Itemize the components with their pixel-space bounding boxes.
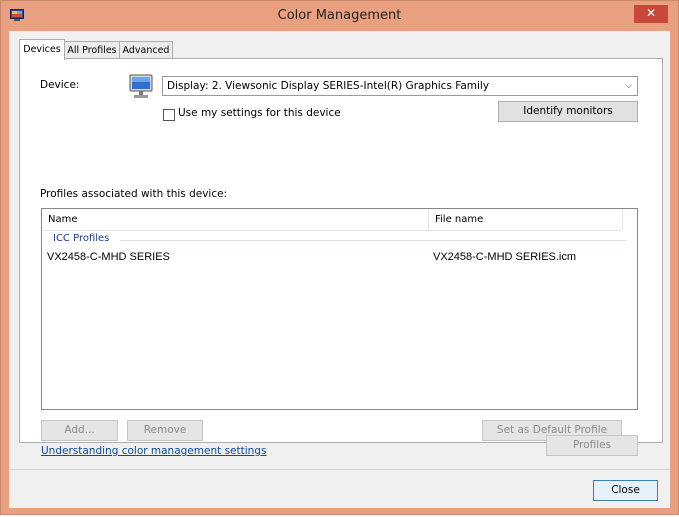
tab-devices[interactable]: Devices xyxy=(19,39,65,60)
chevron-down-icon: ⌵ xyxy=(625,81,632,91)
monitor-icon xyxy=(129,74,153,98)
use-my-settings-label[interactable]: Use my settings for this device xyxy=(178,107,341,119)
device-dropdown[interactable]: Display: 2. Viewsonic Display SERIES-Int… xyxy=(162,76,638,96)
close-icon: ✕ xyxy=(645,6,657,20)
use-my-settings-checkbox[interactable] xyxy=(163,109,175,121)
close-button[interactable]: Close xyxy=(593,480,658,501)
add-button[interactable]: Add... xyxy=(41,420,118,441)
profiles-list[interactable]: Name File name ICC Profiles VX2458-C-MHD… xyxy=(41,208,638,410)
device-dropdown-value: Display: 2. Viewsonic Display SERIES-Int… xyxy=(167,80,490,92)
tab-all-profiles[interactable]: All Profiles xyxy=(64,41,120,59)
identify-monitors-button[interactable]: Identify monitors xyxy=(498,101,638,122)
window-title: Color Management xyxy=(277,8,402,23)
list-header: Name File name xyxy=(42,209,623,231)
group-divider xyxy=(120,240,627,241)
profiles-button[interactable]: Profiles xyxy=(546,435,638,456)
profile-file-cell: VX2458-C-MHD SERIES.icm xyxy=(433,251,577,263)
understanding-color-management-link[interactable]: Understanding color management settings xyxy=(41,445,266,457)
tab-advanced[interactable]: Advanced xyxy=(119,41,173,59)
footer-divider xyxy=(9,469,670,470)
column-separator[interactable] xyxy=(622,209,623,230)
column-header-name[interactable]: Name xyxy=(42,209,428,230)
group-header-icc-profiles[interactable]: ICC Profiles xyxy=(53,233,109,244)
color-management-window: Color Management ✕ Devices All Profiles … xyxy=(0,0,679,515)
device-label: Device: xyxy=(40,79,80,91)
title-bar[interactable]: Color Management ✕ xyxy=(1,1,678,31)
profile-name-cell: VX2458-C-MHD SERIES xyxy=(47,251,170,263)
devices-tab-panel: Device: Display: 2. Viewsonic Display SE… xyxy=(19,58,663,443)
profiles-section-label: Profiles associated with this device: xyxy=(40,188,228,200)
close-window-button[interactable]: ✕ xyxy=(634,5,668,23)
column-header-file-name[interactable]: File name xyxy=(429,209,619,230)
dialog-client-area: Devices All Profiles Advanced Device: Di… xyxy=(9,31,670,508)
remove-button[interactable]: Remove xyxy=(127,420,203,441)
